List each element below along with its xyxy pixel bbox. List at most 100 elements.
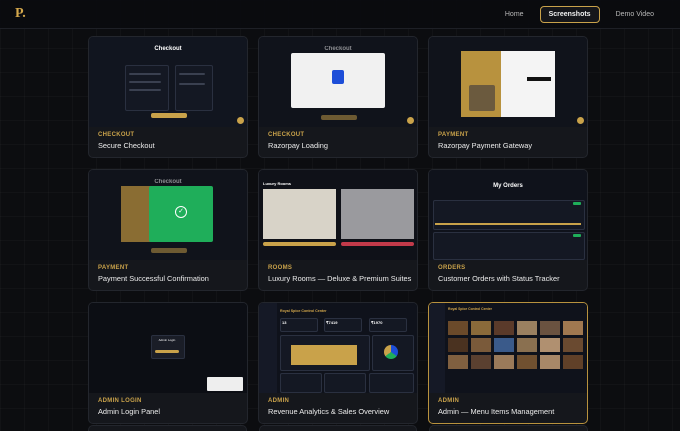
razorpay-icon — [332, 70, 344, 84]
screenshot-card[interactable]: Royal Spice Control Center ADMIN Admin —… — [428, 302, 588, 424]
thumb-dashboard-title: Royal Spice Control Center — [448, 307, 492, 311]
screenshot-card[interactable]: Checkout CHECKOUT Razorpay Loading — [258, 36, 418, 158]
nav-demo-video[interactable]: Demo Video — [608, 7, 662, 22]
screenshot-grid: Checkout CHECKOUT Secure Checkout Checko… — [88, 36, 588, 424]
card-label: CHECKOUT Razorpay Loading — [268, 132, 328, 150]
thumb-pay-button — [151, 248, 187, 253]
thumb-food-item — [448, 338, 468, 352]
thumb-food-item — [517, 321, 537, 335]
thumb-gateway-left — [121, 186, 151, 242]
thumb-form-panel — [125, 65, 169, 111]
card-title: Razorpay Payment Gateway — [438, 141, 533, 150]
thumb-food-grid — [448, 321, 583, 369]
thumb-food-item — [517, 338, 537, 352]
card-label: ROOMS Luxury Rooms — Deluxe & Premium Su… — [268, 265, 411, 283]
thumb-line — [179, 73, 205, 75]
card-title: Admin — Menu Items Management — [438, 407, 555, 416]
card-label: ADMIN Revenue Analytics & Sales Overview — [268, 398, 389, 416]
card-category: ORDERS — [438, 265, 466, 271]
screenshot-card[interactable]: Royal Spice Control Center 13 ₹7419 ₹197… — [258, 302, 418, 424]
thumb-food-item — [471, 355, 491, 369]
nav-screenshots[interactable]: Screenshots — [539, 6, 600, 23]
screenshot-card[interactable] — [429, 425, 589, 431]
card-category: PAYMENT — [438, 132, 469, 138]
thumb-food-item — [540, 321, 560, 335]
thumb-sidebar — [429, 303, 445, 393]
thumb-food-item — [494, 355, 514, 369]
thumb-login-button — [155, 350, 179, 353]
thumb-food-item — [563, 355, 583, 369]
card-thumbnail — [429, 37, 587, 127]
thumb-toast — [207, 377, 243, 391]
card-title: Razorpay Loading — [268, 141, 328, 150]
card-thumbnail: My Orders — [429, 170, 587, 260]
thumb-pay-button — [151, 113, 187, 118]
screenshot-card[interactable]: Admin Login ADMIN LOGIN Admin Login Pane… — [88, 302, 248, 424]
thumb-food-item — [517, 355, 537, 369]
screenshot-card[interactable] — [88, 425, 247, 431]
card-title: Revenue Analytics & Sales Overview — [268, 407, 390, 416]
card-category: ADMIN — [438, 398, 460, 404]
thumb-book-button — [341, 242, 414, 246]
thumb-bar — [291, 345, 357, 365]
card-thumbnail: Checkout ✓ — [89, 170, 247, 260]
card-thumbnail: Checkout — [89, 37, 247, 127]
thumb-order-panel — [433, 232, 585, 260]
thumb-book-button — [263, 242, 336, 246]
thumb-summary-panel — [175, 65, 213, 111]
card-label: CHECKOUT Secure Checkout — [98, 132, 155, 150]
card-label: PAYMENT Payment Successful Confirmation — [98, 265, 209, 283]
thumb-pie — [384, 345, 398, 359]
thumb-food-item — [563, 321, 583, 335]
screenshot-card[interactable]: Luxury Rooms ROOMS Luxury Rooms — Deluxe… — [258, 169, 418, 291]
thumb-gateway-right — [501, 51, 555, 117]
next-row-preview — [88, 425, 589, 431]
card-thumbnail: Royal Spice Control Center 13 ₹7419 ₹197… — [259, 303, 417, 393]
thumb-list-panel — [369, 373, 414, 393]
thumb-stat-value: ₹1970 — [371, 320, 383, 325]
nav-home[interactable]: Home — [497, 7, 532, 22]
thumb-badge — [407, 117, 414, 124]
thumb-food-item — [471, 321, 491, 335]
card-title: Luxury Rooms — Deluxe & Premium Suites — [268, 274, 412, 283]
thumb-sidebar — [259, 303, 277, 393]
thumb-badge — [237, 117, 244, 124]
card-label: ADMIN Admin — Menu Items Management — [438, 398, 554, 416]
thumb-food-item — [563, 338, 583, 352]
thumb-dashboard-title: Royal Spice Control Center — [280, 309, 327, 313]
card-category: CHECKOUT — [268, 132, 305, 138]
card-title: Payment Successful Confirmation — [98, 274, 209, 283]
card-thumbnail: Royal Spice Control Center — [429, 303, 587, 393]
thumb-line — [129, 81, 161, 83]
thumb-line — [129, 73, 161, 75]
thumb-title: Checkout — [324, 46, 352, 52]
thumb-order-panel — [433, 200, 585, 230]
card-title: Admin Login Panel — [98, 407, 161, 416]
screenshot-card[interactable]: My Orders ORDERS Customer Orders with St… — [428, 169, 588, 291]
card-title: Secure Checkout — [98, 141, 155, 150]
card-title: Customer Orders with Status Tracker — [438, 274, 560, 283]
screenshot-card[interactable] — [258, 425, 418, 431]
thumb-line — [129, 89, 161, 91]
card-category: CHECKOUT — [98, 132, 135, 138]
screenshot-card[interactable]: Checkout ✓ PAYMENT Payment Successful Co… — [88, 169, 248, 291]
thumb-status-bar — [435, 223, 581, 225]
nav-links: Home Screenshots Demo Video — [497, 6, 662, 23]
card-label: ORDERS Customer Orders with Status Track… — [438, 265, 560, 283]
card-thumbnail: Admin Login — [89, 303, 247, 393]
thumb-title: Checkout — [154, 46, 182, 52]
card-label: PAYMENT Razorpay Payment Gateway — [438, 132, 532, 150]
thumb-food-item — [494, 338, 514, 352]
screenshot-card[interactable]: Checkout CHECKOUT Secure Checkout — [88, 36, 248, 158]
thumb-pay-button — [321, 115, 357, 120]
brand-logo[interactable]: P. — [15, 6, 26, 22]
thumb-pay-bar — [527, 77, 551, 81]
card-category: PAYMENT — [98, 265, 129, 271]
thumb-status-badge — [573, 202, 581, 205]
thumb-food-image — [469, 85, 495, 111]
card-thumbnail: Luxury Rooms — [259, 170, 417, 260]
card-category: ADMIN — [268, 398, 290, 404]
screenshot-card[interactable]: PAYMENT Razorpay Payment Gateway — [428, 36, 588, 158]
thumb-status-badge — [573, 234, 581, 237]
thumb-room-image — [341, 189, 414, 239]
